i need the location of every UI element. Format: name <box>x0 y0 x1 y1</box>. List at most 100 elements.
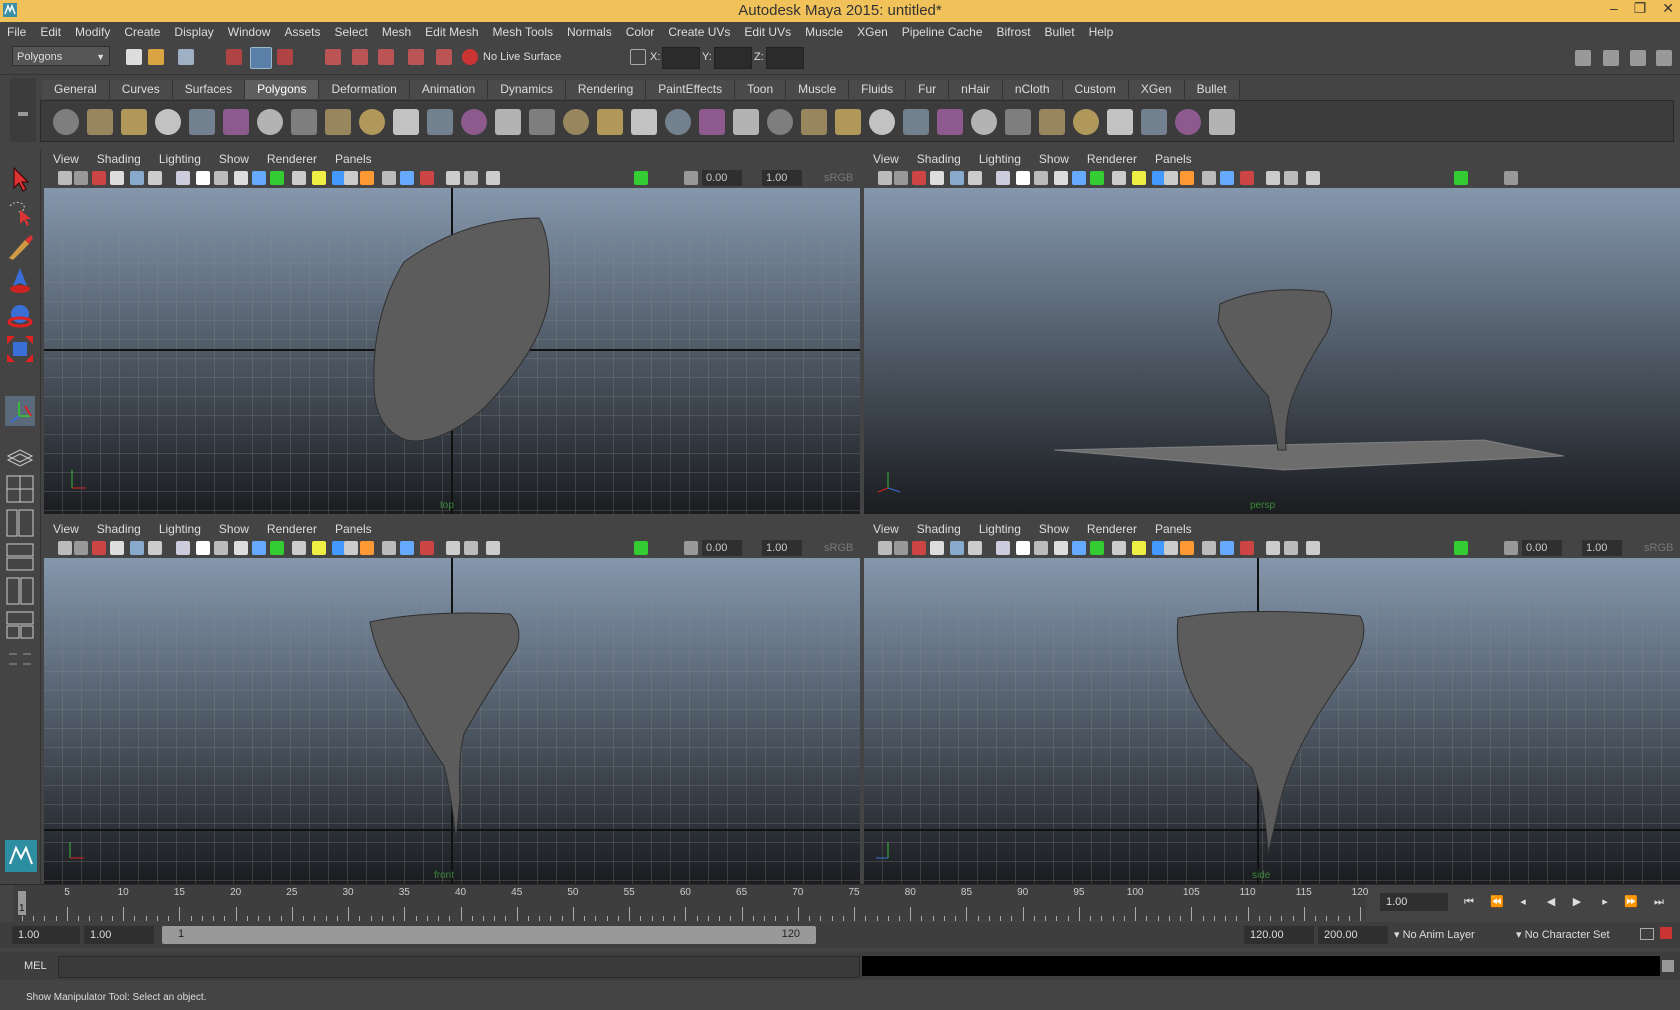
viewport-tool-icon[interactable] <box>464 541 478 555</box>
sphere-icon[interactable] <box>53 109 79 135</box>
viewport-tool-icon[interactable] <box>634 541 648 555</box>
tab-bullet[interactable]: Bullet <box>1184 80 1240 99</box>
viewport-tool-icon[interactable] <box>92 171 106 185</box>
viewport-tool-icon[interactable] <box>1284 541 1298 555</box>
viewport-tool-icon[interactable] <box>74 541 88 555</box>
menu-normals[interactable]: Normals <box>560 25 619 39</box>
playback-start-field[interactable]: 1.00 <box>84 926 154 944</box>
viewport-tool-icon[interactable] <box>382 541 396 555</box>
viewport-tool-icon[interactable] <box>1164 171 1178 185</box>
tab-painteffects[interactable]: PaintEffects <box>646 80 736 99</box>
viewport-tool-icon[interactable] <box>1306 541 1320 555</box>
viewport-tool-icon[interactable] <box>1504 541 1518 555</box>
wedge-icon[interactable] <box>869 109 895 135</box>
single-perspective-layout-icon[interactable] <box>5 440 35 470</box>
vp-menu-renderer[interactable]: Renderer <box>1078 522 1146 536</box>
viewport-tool-icon[interactable] <box>1090 171 1104 185</box>
menu-edit-mesh[interactable]: Edit Mesh <box>418 25 485 39</box>
viewport-tool-icon[interactable] <box>486 541 500 555</box>
viewport-top[interactable]: View Shading Lighting Show Renderer Pane… <box>44 150 860 514</box>
vp-menu-view[interactable]: View <box>44 522 88 536</box>
vp-menu-view[interactable]: View <box>44 152 88 166</box>
menu-create-uvs[interactable]: Create UVs <box>661 25 737 39</box>
menu-modify[interactable]: Modify <box>68 25 117 39</box>
tab-custom[interactable]: Custom <box>1062 80 1129 99</box>
lasso-tool-icon[interactable] <box>5 198 35 228</box>
minimize-button[interactable]: – <box>1610 0 1618 17</box>
attribute-editor-icon[interactable] <box>1603 50 1619 66</box>
viewport-tool-icon[interactable] <box>950 171 964 185</box>
viewport-tool-icon[interactable] <box>1072 171 1086 185</box>
tab-muscle[interactable]: Muscle <box>786 80 850 99</box>
tab-surfaces[interactable]: Surfaces <box>172 80 246 99</box>
tab-general[interactable]: General <box>42 80 110 99</box>
viewport-tool-icon[interactable] <box>1132 541 1146 555</box>
persp-hypershade-layout-icon[interactable] <box>5 610 35 640</box>
go-to-start-icon[interactable]: ⏮ <box>1460 895 1478 909</box>
viewport-tool-icon[interactable] <box>130 171 144 185</box>
split-icon[interactable] <box>733 109 759 135</box>
viewport-tool-icon[interactable] <box>1220 171 1234 185</box>
viewport-tool-icon[interactable] <box>1034 171 1048 185</box>
menu-file[interactable]: File <box>0 25 33 39</box>
vp-menu-shading[interactable]: Shading <box>88 522 150 536</box>
viewport-tool-icon[interactable] <box>400 171 414 185</box>
play-backwards-icon[interactable]: ◀ <box>1542 895 1560 909</box>
duplicate-face-icon[interactable] <box>937 109 963 135</box>
viewport-tool-icon[interactable] <box>912 541 926 555</box>
viewport-tool-icon[interactable] <box>270 171 284 185</box>
viewport-tool-icon[interactable] <box>1016 171 1030 185</box>
viewport-tool-icon[interactable] <box>684 541 698 555</box>
shelf-options[interactable] <box>10 78 36 142</box>
viewport-tool-icon[interactable] <box>1504 171 1518 185</box>
viewport-tool-icon[interactable] <box>1266 171 1280 185</box>
viewport-tool-icon[interactable] <box>894 171 908 185</box>
append-icon[interactable] <box>699 109 725 135</box>
rotate-tool-icon[interactable] <box>5 300 35 330</box>
playback-end-field[interactable]: 120.00 <box>1244 926 1314 944</box>
viewport-tool-icon[interactable] <box>214 541 228 555</box>
menu-edit-uvs[interactable]: Edit UVs <box>737 25 798 39</box>
viewport-tool-icon[interactable] <box>1054 541 1068 555</box>
torus-icon[interactable] <box>223 109 249 135</box>
viewport-tool-icon[interactable] <box>1016 541 1030 555</box>
tab-fur[interactable]: Fur <box>906 80 950 99</box>
tab-xgen[interactable]: XGen <box>1128 80 1185 99</box>
scale-tool-icon[interactable] <box>5 334 35 364</box>
viewport-tool-icon[interactable] <box>252 171 266 185</box>
vp-menu-show[interactable]: Show <box>210 152 258 166</box>
viewport-tool-icon[interactable] <box>110 171 124 185</box>
viewport-tool-icon[interactable] <box>148 541 162 555</box>
menu-create[interactable]: Create <box>117 25 167 39</box>
step-back-key-icon[interactable]: ◂ <box>1514 895 1532 909</box>
viewport-tool-icon[interactable] <box>176 171 190 185</box>
menu-color[interactable]: Color <box>619 25 662 39</box>
viewport-tool-icon[interactable] <box>1240 541 1254 555</box>
transfer-icon[interactable] <box>1039 109 1065 135</box>
tab-deformation[interactable]: Deformation <box>319 80 410 99</box>
menu-assets[interactable]: Assets <box>277 25 327 39</box>
viewport-tool-icon[interactable] <box>1220 541 1234 555</box>
custom-layout-icon[interactable] <box>5 644 35 674</box>
viewport-tool-icon[interactable] <box>360 541 374 555</box>
bevel-icon[interactable] <box>835 109 861 135</box>
time-slider[interactable]: 5 10 15 20 25 30 35 40 45 50 55 60 65 70 75 80 85 90 95 100… <box>0 884 1680 921</box>
viewport-tool-icon[interactable] <box>312 171 326 185</box>
tab-ncloth[interactable]: nCloth <box>1002 80 1063 99</box>
select-tool-icon[interactable] <box>5 164 35 194</box>
viewport-tool-icon[interactable] <box>634 171 648 185</box>
soccer-ball-icon[interactable] <box>325 109 351 135</box>
exposure-field[interactable]: 0.00 <box>702 170 742 186</box>
tool-settings-icon[interactable] <box>1630 50 1646 66</box>
cylinder-icon[interactable] <box>121 109 147 135</box>
vp-menu-show[interactable]: Show <box>1030 152 1078 166</box>
tab-polygons[interactable]: Polygons <box>245 80 320 99</box>
range-bar[interactable]: 1 120 <box>162 926 816 944</box>
cleanup-icon[interactable] <box>563 109 589 135</box>
cube-icon[interactable] <box>87 109 113 135</box>
viewport-tool-icon[interactable] <box>196 171 210 185</box>
step-forward-key-icon[interactable]: ▸ <box>1596 895 1614 909</box>
viewport-tool-icon[interactable] <box>382 171 396 185</box>
viewport-tool-icon[interactable] <box>148 171 162 185</box>
step-back-frame-icon[interactable]: ⏪ <box>1488 895 1506 909</box>
